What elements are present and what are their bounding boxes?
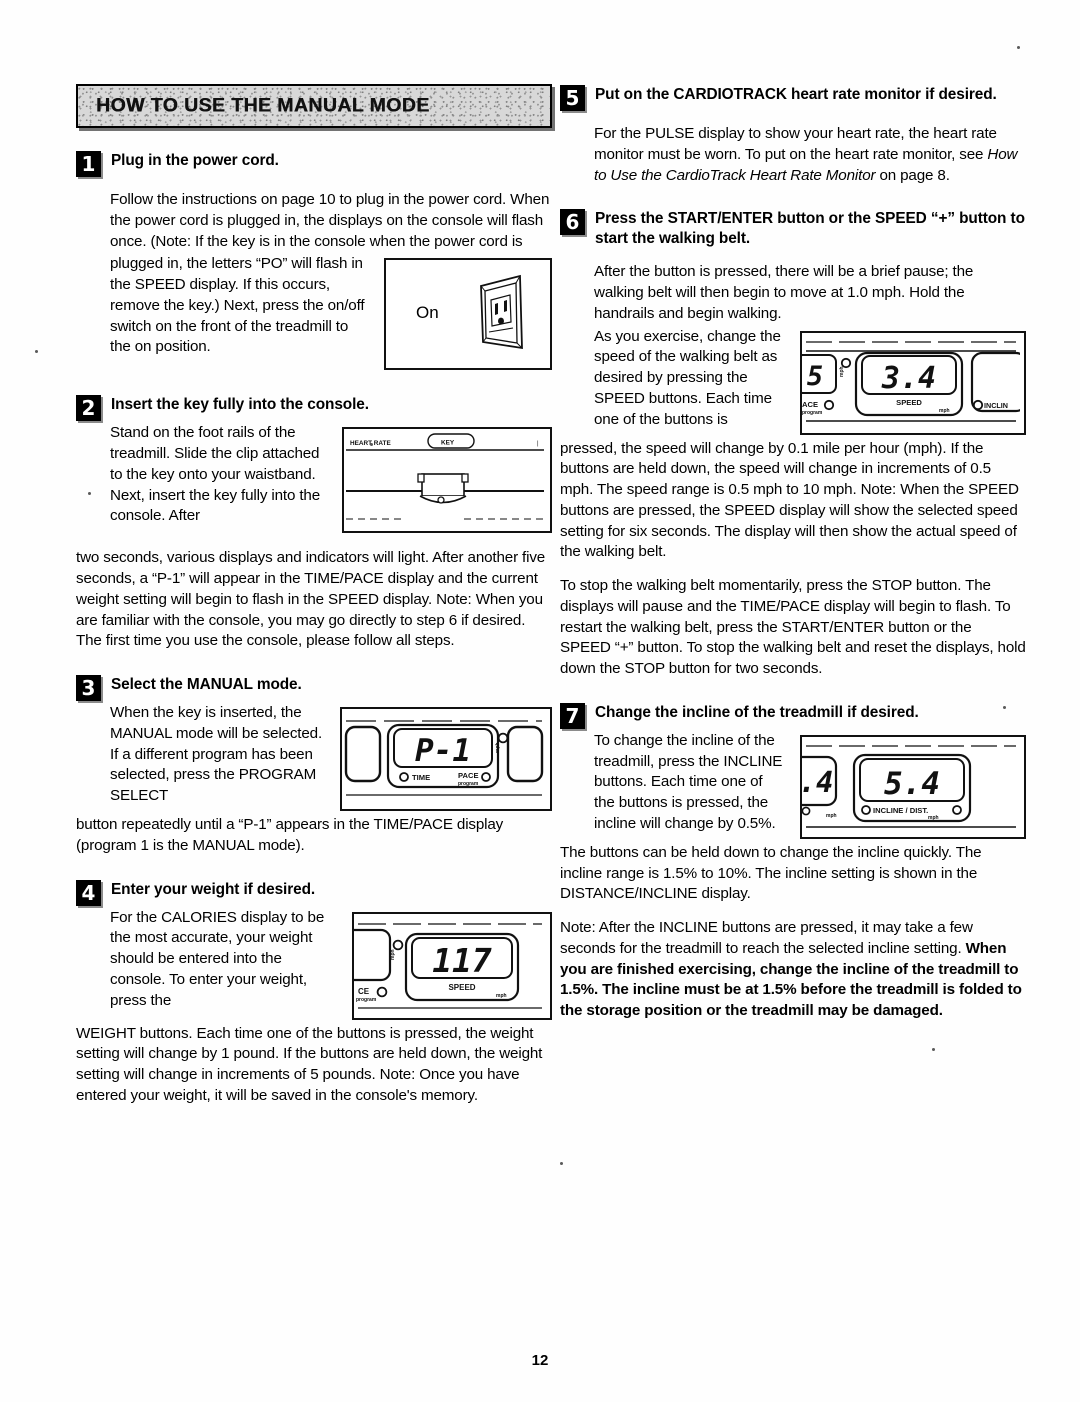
step-title: Put on the CARDIOTRACK heart rate monito… xyxy=(595,86,997,103)
step-5-text-b: on page 8. xyxy=(875,166,950,184)
scan-speckle xyxy=(88,492,91,495)
step-title: Select the MANUAL mode. xyxy=(111,676,302,693)
step-7-heading: 7 Change the incline of the treadmill if… xyxy=(560,702,1026,729)
step-number-badge: 2 xyxy=(76,395,101,422)
svg-text:mph: mph xyxy=(939,408,950,414)
svg-text:mph: mph xyxy=(390,949,396,960)
pace-value-partial: 5 xyxy=(807,361,823,392)
page-number: 12 xyxy=(531,1352,549,1369)
step-title: Enter your weight if desired. xyxy=(111,880,316,898)
step-2-paragraph-2: two seconds, various displays and indica… xyxy=(76,549,546,650)
step-7-figure-wrap: .4 mph 5.4 INCLINE / DIST. mph To change xyxy=(594,731,1026,841)
step-6-paragraph-1: After the button is pressed, there will … xyxy=(594,263,974,322)
incline-partial-label: INCLIN xyxy=(984,401,1008,410)
step-4-figure-wrap: CE program mph 117 SPEED mph For the CAL… xyxy=(110,908,552,1022)
speed-label: SPEED xyxy=(448,983,475,992)
step-title: Change the incline of the treadmill if d… xyxy=(595,703,919,721)
svg-text:mph: mph xyxy=(928,815,939,821)
p1-value: P-1 xyxy=(415,733,471,769)
step-1-figure-wrap: On plugged in, the letters “PO” will fla… xyxy=(110,254,552,372)
speed-display-figure: 5 ACE program mph 3.4 SPEED mph INCLIN xyxy=(800,330,1026,435)
time-label: TIME xyxy=(412,773,430,782)
step-number-badge: 1 xyxy=(76,151,101,177)
step-5-paragraph-1: For the PULSE display to show your heart… xyxy=(594,124,1026,186)
right-column: 5 Put on the CARDIOTRACK heart rate moni… xyxy=(560,84,1026,1022)
program-sublabel: program xyxy=(458,781,479,787)
svg-text:program: program xyxy=(356,997,377,1003)
step-6-heading: 6 Press the START/ENTER button or the SP… xyxy=(560,208,1026,249)
step-5-heading: 5 Put on the CARDIOTRACK heart rate moni… xyxy=(560,84,1026,111)
section-banner: HOW TO USE THE MANUAL MODE xyxy=(76,84,552,128)
step-title: Press the START/ENTER button or the SPEE… xyxy=(595,210,1025,248)
key-label: KEY xyxy=(441,440,455,447)
scan-speckle xyxy=(932,1048,935,1051)
step-title: Plug in the power cord. xyxy=(111,152,279,169)
weight-speed-display-figure: CE program mph 117 SPEED mph xyxy=(352,911,552,1020)
calories-partial-label: CE xyxy=(358,987,370,996)
step-2-heading: 2 Insert the key fully into the console. xyxy=(76,394,552,422)
step-6-figure-wrap: 5 ACE program mph 3.4 SPEED mph INCLIN A… xyxy=(594,327,1026,437)
step-number-badge: 3 xyxy=(76,675,101,701)
distance-value-partial: .4 xyxy=(802,765,833,799)
speed-value: 3.4 xyxy=(881,361,936,396)
step-title: Insert the key fully into the console. xyxy=(111,396,369,414)
step-3-figure-wrap: P-1 TIME PACE program mph When the key i… xyxy=(110,703,552,813)
time-pace-display-figure: P-1 TIME PACE program mph xyxy=(340,707,552,811)
step-6-paragraph-4: To stop the walking belt momentarily, pr… xyxy=(560,577,1026,678)
step-3-heading: 3 Select the MANUAL mode. xyxy=(76,674,552,701)
step-1-paragraph-1: Follow the instructions on page 10 to pl… xyxy=(110,191,550,250)
step-7-paragraph-3: Note: After the INCLINE buttons are pres… xyxy=(560,918,1026,1022)
svg-text:mph: mph xyxy=(496,993,507,999)
step-number-badge: 4 xyxy=(76,879,101,906)
svg-text:mph: mph xyxy=(826,813,837,819)
scan-speckle xyxy=(370,443,373,446)
on-off-switch-figure: On xyxy=(384,258,552,371)
speed-label: SPEED xyxy=(896,398,922,407)
incline-value: 5.4 xyxy=(884,766,940,802)
svg-text:mph: mph xyxy=(495,742,501,753)
svg-text:program: program xyxy=(802,410,823,416)
step-4-heading: 4 Enter your weight if desired. xyxy=(76,879,552,906)
pace-label: PACE xyxy=(458,771,479,780)
weight-value: 117 xyxy=(432,941,492,980)
step-number-badge: 5 xyxy=(560,85,585,111)
step-number-badge: 6 xyxy=(560,209,585,236)
svg-text:|: | xyxy=(537,441,539,447)
key-insert-figure: HEART RATE KEY | xyxy=(342,427,552,534)
section-banner-title: HOW TO USE THE MANUAL MODE xyxy=(96,94,430,117)
step-1-heading: 1 Plug in the power cord. xyxy=(76,150,552,177)
svg-text:mph: mph xyxy=(839,366,845,377)
step-6-paragraph-3: pressed, the speed will change by 0.1 mi… xyxy=(560,439,1019,561)
scan-speckle xyxy=(1017,46,1020,49)
incline-display-figure: .4 mph 5.4 INCLINE / DIST. mph xyxy=(800,734,1026,839)
scan-speckle xyxy=(560,1162,563,1165)
step-5-text-a: For the PULSE display to show your heart… xyxy=(594,125,997,163)
pace-partial-label: ACE xyxy=(802,400,818,409)
scan-speckle xyxy=(1003,706,1006,709)
incline-dist-label: INCLINE / DIST. xyxy=(873,806,928,815)
scan-speckle xyxy=(35,350,38,353)
step-7-paragraph-2: The buttons can be held down to change t… xyxy=(560,843,982,903)
step-4-paragraph-2: WEIGHT buttons. Each time one of the but… xyxy=(76,1024,543,1104)
left-column: HOW TO USE THE MANUAL MODE 1 Plug in the… xyxy=(76,84,552,1107)
step-3-paragraph-2: button repeatedly until a “P-1” appears … xyxy=(76,816,504,854)
step-7-note-text: Note: After the INCLINE buttons are pres… xyxy=(560,919,973,957)
step-number-badge: 7 xyxy=(560,702,585,729)
step-2-figure-wrap: HEART RATE KEY | Stand on the foot rails… xyxy=(110,423,552,535)
on-label: On xyxy=(416,303,439,322)
manual-page: HOW TO USE THE MANUAL MODE 1 Plug in the… xyxy=(0,0,1080,1402)
